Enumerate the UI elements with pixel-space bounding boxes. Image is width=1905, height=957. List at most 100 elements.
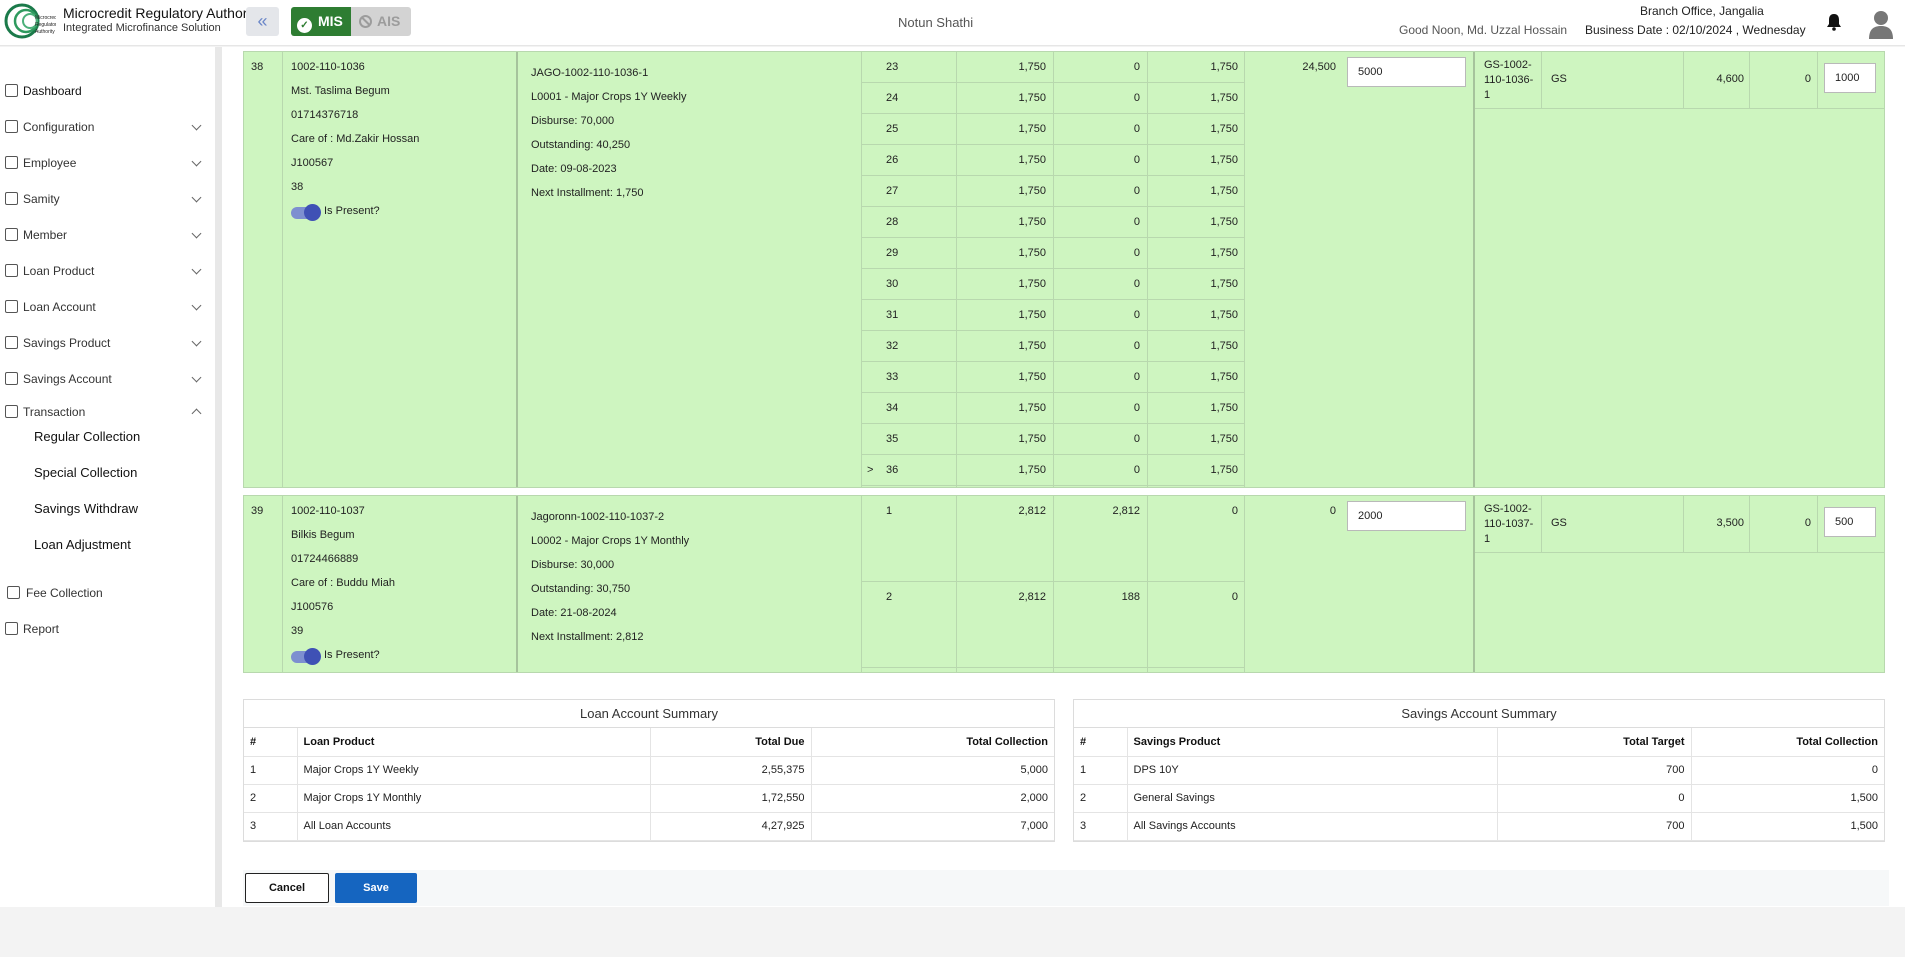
sidebar-item-configuration[interactable]: Configuration bbox=[0, 113, 215, 141]
member-jcode: J100567 bbox=[291, 157, 334, 169]
sidebar-item-fee-collection[interactable]: Fee Collection bbox=[0, 579, 215, 607]
savings-deposit-input[interactable]: 500 bbox=[1824, 507, 1876, 537]
installment-paid: 0 bbox=[1133, 464, 1140, 476]
installment-paid: 0 bbox=[1133, 371, 1140, 383]
installment-number: 27 bbox=[886, 185, 899, 197]
ban-icon bbox=[359, 15, 372, 28]
loan-disburse: Disburse: 30,000 bbox=[531, 559, 615, 571]
installment-amount: 2,812 bbox=[1018, 505, 1046, 517]
installment-paid: 0 bbox=[1133, 247, 1140, 259]
angles-left-icon: « bbox=[257, 11, 268, 31]
table-header-row: # Loan Product Total Due Total Collectio… bbox=[244, 728, 1054, 757]
installment-row: 30 1,750 0 1,750 bbox=[862, 269, 1244, 300]
sidebar-subitem-savings-withdraw[interactable]: Savings Withdraw bbox=[34, 501, 138, 516]
member-phone: 01724466889 bbox=[291, 553, 359, 565]
installment-amount: 1,750 bbox=[1018, 216, 1046, 228]
installment-due: 1,750 bbox=[1210, 247, 1238, 259]
mra-logo: Microcredit Regulatory Authority bbox=[4, 3, 56, 39]
savings-balance: 4,600 bbox=[1716, 73, 1744, 85]
installment-due: 1,750 bbox=[1210, 402, 1238, 414]
report-icon bbox=[5, 622, 18, 635]
sidebar-item-loan-product[interactable]: Loan Product bbox=[0, 257, 215, 285]
installment-row: 27 1,750 0 1,750 bbox=[862, 176, 1244, 207]
ais-toggle-button[interactable]: AIS bbox=[351, 7, 411, 36]
svg-text:Authority: Authority bbox=[35, 29, 55, 35]
installment-due: 1,750 bbox=[1210, 464, 1238, 476]
installment-paid: 0 bbox=[1133, 216, 1140, 228]
cancel-button[interactable]: Cancel bbox=[245, 873, 329, 903]
installment-paid: 0 bbox=[1133, 309, 1140, 321]
top-bar: Microcredit Regulatory Authority Microcr… bbox=[0, 0, 1905, 46]
sidebar-item-transaction[interactable]: Transaction bbox=[0, 398, 215, 426]
is-present-label: Is Present? bbox=[324, 649, 380, 661]
installment-amount: 1,750 bbox=[1018, 154, 1046, 166]
sidebar-item-member[interactable]: Member bbox=[0, 221, 215, 249]
installment-number: 31 bbox=[886, 309, 899, 321]
loan-next-installment: Next Installment: 2,812 bbox=[531, 631, 644, 643]
installment-row: 29 1,750 0 1,750 bbox=[862, 238, 1244, 269]
member-row: 39 1002-110-1037 Bilkis Begum 0172446688… bbox=[243, 495, 1885, 673]
sidebar: Dashboard Configuration Employee Samity … bbox=[0, 47, 215, 907]
installment-paid: 0 bbox=[1133, 123, 1140, 135]
savings-deposit-input[interactable]: 1000 bbox=[1824, 63, 1876, 93]
installment-amount: 1,750 bbox=[1018, 371, 1046, 383]
savings-type: GS bbox=[1551, 73, 1567, 85]
member-code: 1002-110-1036 bbox=[291, 61, 365, 73]
save-button[interactable]: Save bbox=[335, 873, 417, 903]
employee-icon bbox=[5, 156, 18, 169]
installment-row: 33 1,750 0 1,750 bbox=[862, 362, 1244, 393]
loan-collection-input[interactable]: 2000 bbox=[1347, 501, 1466, 531]
savings-type: GS bbox=[1551, 517, 1567, 529]
sidebar-subitem-loan-adjustment[interactable]: Loan Adjustment bbox=[34, 537, 131, 552]
installment-due: 1,750 bbox=[1210, 371, 1238, 383]
installment-number: 1 bbox=[886, 505, 893, 517]
installment-number: 29 bbox=[886, 247, 899, 259]
savings-account-icon bbox=[5, 372, 18, 385]
chevron-down-icon bbox=[191, 120, 202, 131]
member-care-of: Care of : Buddu Miah bbox=[291, 577, 395, 589]
installment-paid: 0 bbox=[1133, 278, 1140, 290]
sidebar-item-loan-account[interactable]: Loan Account bbox=[0, 293, 215, 321]
org-subtitle: Integrated Microfinance Solution bbox=[63, 22, 221, 34]
chevron-down-icon bbox=[191, 156, 202, 167]
sidebar-item-samity[interactable]: Samity bbox=[0, 185, 215, 213]
loan-outstanding: Outstanding: 40,250 bbox=[531, 139, 631, 151]
sidebar-subitem-regular-collection[interactable]: Regular Collection bbox=[34, 429, 140, 444]
installment-row: 24 1,750 0 1,750 bbox=[862, 83, 1244, 114]
loan-summary-title: Loan Account Summary bbox=[244, 700, 1054, 728]
table-row: 3 All Loan Accounts 4,27,925 7,000 bbox=[244, 812, 1054, 841]
member-jcode: J100576 bbox=[291, 601, 334, 613]
installment-row: 2 2,812 188 0 bbox=[862, 582, 1244, 668]
sidebar-item-savings-product[interactable]: Savings Product bbox=[0, 329, 215, 357]
sidebar-item-report[interactable]: Report bbox=[0, 615, 215, 643]
installment-number: 25 bbox=[886, 123, 899, 135]
user-avatar-icon[interactable] bbox=[1868, 9, 1894, 39]
member-number: 39 bbox=[291, 625, 304, 637]
loan-product: L0001 - Major Crops 1Y Weekly bbox=[531, 91, 687, 103]
transaction-icon bbox=[5, 405, 18, 418]
sidebar-subitem-special-collection[interactable]: Special Collection bbox=[34, 465, 137, 480]
sidebar-collapse-button[interactable]: « bbox=[246, 7, 279, 36]
sidebar-item-savings-account[interactable]: Savings Account bbox=[0, 365, 215, 393]
installment-due: 1,750 bbox=[1210, 154, 1238, 166]
installment-due: 1,750 bbox=[1210, 185, 1238, 197]
installment-number: 33 bbox=[886, 371, 899, 383]
loan-collection-input[interactable]: 5000 bbox=[1347, 57, 1466, 87]
sidebar-item-employee[interactable]: Employee bbox=[0, 149, 215, 177]
sidebar-scrollbar[interactable] bbox=[215, 47, 222, 907]
samity-icon bbox=[5, 192, 18, 205]
is-present-toggle[interactable] bbox=[291, 204, 321, 221]
sidebar-item-dashboard[interactable]: Dashboard bbox=[0, 77, 215, 105]
chevron-down-icon bbox=[191, 336, 202, 347]
loan-account-summary: Loan Account Summary # Loan Product Tota… bbox=[243, 699, 1055, 842]
installment-number: 36 bbox=[886, 464, 899, 476]
installment-row: 25 1,750 0 1,750 bbox=[862, 114, 1244, 145]
member-serial: 39 bbox=[251, 505, 264, 517]
member-code: 1002-110-1037 bbox=[291, 505, 365, 517]
chevron-down-icon bbox=[191, 372, 202, 383]
installment-number: 30 bbox=[886, 278, 899, 290]
installment-number: 28 bbox=[886, 216, 899, 228]
is-present-toggle[interactable] bbox=[291, 648, 321, 665]
bell-icon[interactable] bbox=[1826, 13, 1842, 31]
mis-toggle-button[interactable]: ✓ MIS bbox=[291, 7, 351, 36]
